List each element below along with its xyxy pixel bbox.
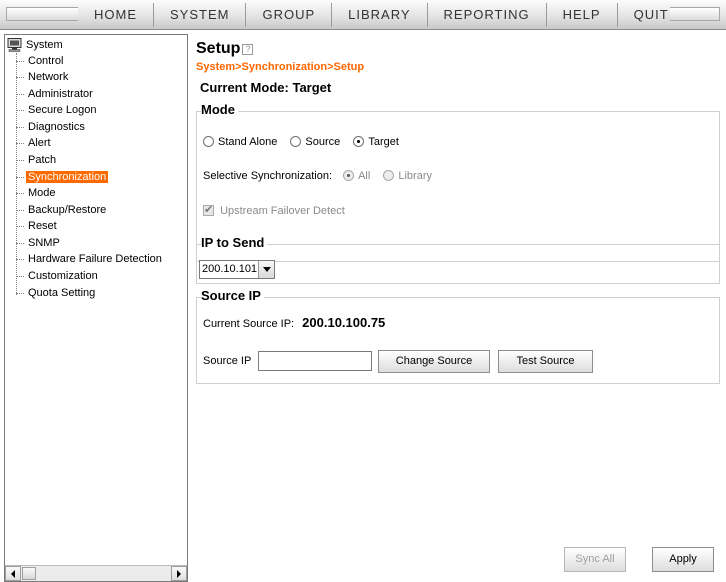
sidebar-item-customization[interactable]: Customization [16, 268, 100, 284]
sidebar-item-control[interactable]: Control [16, 53, 65, 69]
sidebar-item-synchronization[interactable]: Synchronization [16, 169, 109, 185]
nav-decoration-left [6, 7, 78, 21]
radio-all-circle[interactable] [343, 170, 355, 181]
tree-root-label: System [26, 39, 63, 51]
sidebar-item-mode[interactable]: Mode [16, 185, 58, 201]
current-source-ip-label: Current Source IP: [203, 318, 295, 330]
sidebar-item-alert[interactable]: Alert [16, 135, 53, 151]
radio-target-circle[interactable] [353, 136, 365, 147]
radio-source-circle[interactable] [290, 136, 302, 147]
sidebar-item-quota-setting[interactable]: Quota Setting [16, 285, 97, 301]
sidebar-item-backup-restore[interactable]: Backup/Restore [16, 202, 108, 218]
system-tree: System Control Network Administrator Sec… [5, 35, 187, 565]
sidebar-item-patch[interactable]: Patch [16, 152, 58, 168]
sidebar-item-hardware-failure-detection[interactable]: Hardware Failure Detection [16, 251, 164, 267]
current-mode-value: Target [292, 80, 332, 95]
source-ip-group: Source IP Current Source IP: 200.10.100.… [196, 288, 720, 384]
source-ip-input[interactable] [258, 351, 372, 371]
current-source-ip-value: 200.10.100.75 [302, 315, 386, 330]
change-source-button[interactable]: Change Source [378, 350, 490, 373]
sidebar-horizontal-scrollbar[interactable] [5, 565, 187, 581]
upstream-failover-checkbox[interactable]: ✔ [203, 204, 214, 216]
arrow-right-icon [177, 569, 181, 578]
sidebar-item-network[interactable]: Network [16, 69, 70, 85]
sidebar-tree-panel: System Control Network Administrator Sec… [4, 34, 188, 582]
arrow-left-icon [11, 569, 15, 578]
scroll-thumb[interactable] [22, 567, 36, 580]
menu-system[interactable]: SYSTEM [153, 3, 245, 27]
test-source-button[interactable]: Test Source [498, 350, 593, 373]
chevron-down-icon [262, 267, 271, 272]
menu-reporting[interactable]: REPORTING [426, 3, 546, 27]
menu-help[interactable]: HELP [545, 3, 617, 27]
radio-library[interactable]: Library [383, 170, 432, 182]
current-mode-line: Current Mode: Target [200, 80, 331, 95]
radio-all[interactable]: All [343, 170, 370, 182]
page-title: Setup [196, 40, 241, 57]
main-content: Setup ? System>Synchronization>Setup Cur… [196, 34, 722, 582]
current-mode-label: Current Mode: [200, 80, 289, 95]
apply-button[interactable]: Apply [652, 547, 714, 572]
upstream-failover-row: ✔ Upstream Failover Detect [203, 204, 345, 217]
current-source-ip-row: Current Source IP: 200.10.100.75 [203, 315, 385, 330]
page-title-row: Setup ? [196, 40, 254, 58]
radio-source-label: Source [305, 136, 341, 148]
checkmark-icon: ✔ [204, 204, 214, 216]
tree-root-system[interactable]: System [7, 37, 63, 53]
sidebar-item-diagnostics[interactable]: Diagnostics [16, 119, 87, 135]
mode-group-border [197, 111, 719, 112]
main-menu: HOME SYSTEM GROUP LIBRARY REPORTING HELP… [78, 3, 685, 27]
radio-all-label: All [358, 170, 371, 182]
sidebar-item-snmp[interactable]: SNMP [16, 235, 62, 251]
selective-sync-row: Selective Synchronization: All Library [203, 170, 432, 182]
menu-group[interactable]: GROUP [245, 3, 331, 27]
scroll-right-button[interactable] [171, 566, 187, 581]
ip-to-send-legend: IP to Send [201, 235, 268, 250]
radio-stand-alone[interactable]: Stand Alone [203, 136, 277, 148]
radio-target-label: Target [368, 136, 399, 148]
ip-to-send-select[interactable]: 200.10.101.33 [199, 260, 275, 279]
help-icon[interactable]: ? [242, 43, 254, 55]
ip-to-send-border [197, 244, 719, 245]
sidebar-item-reset[interactable]: Reset [16, 218, 59, 234]
radio-source[interactable]: Source [290, 136, 340, 148]
monitor-icon [7, 38, 22, 52]
dropdown-arrow[interactable] [258, 261, 274, 278]
radio-library-label: Library [398, 170, 432, 182]
radio-target[interactable]: Target [353, 136, 399, 148]
radio-library-circle[interactable] [383, 170, 395, 181]
source-ip-input-label: Source IP [203, 355, 252, 367]
breadcrumb: System>Synchronization>Setup [196, 61, 365, 73]
nav-decoration-right [670, 7, 720, 21]
radio-stand-alone-circle[interactable] [203, 136, 214, 147]
mode-group: Mode Stand Alone Source Target Selective… [196, 102, 720, 262]
mode-radio-row: Stand Alone Source Target [203, 136, 399, 148]
menu-home[interactable]: HOME [78, 3, 153, 27]
source-ip-border [197, 297, 719, 298]
source-ip-legend: Source IP [201, 288, 264, 303]
sidebar-item-administrator[interactable]: Administrator [16, 86, 95, 102]
radio-stand-alone-label: Stand Alone [218, 136, 278, 148]
sidebar-item-secure-logon[interactable]: Secure Logon [16, 102, 99, 118]
ip-to-send-group: IP to Send 200.10.101.33 [196, 235, 720, 284]
top-navigation-bar: HOME SYSTEM GROUP LIBRARY REPORTING HELP… [0, 0, 726, 30]
menu-library[interactable]: LIBRARY [331, 3, 426, 27]
upstream-failover-label: Upstream Failover Detect [220, 205, 345, 217]
sync-all-button[interactable]: Sync All [564, 547, 626, 572]
mode-legend: Mode [201, 102, 238, 117]
scroll-left-button[interactable] [5, 566, 21, 581]
selective-sync-label: Selective Synchronization: [203, 170, 333, 182]
